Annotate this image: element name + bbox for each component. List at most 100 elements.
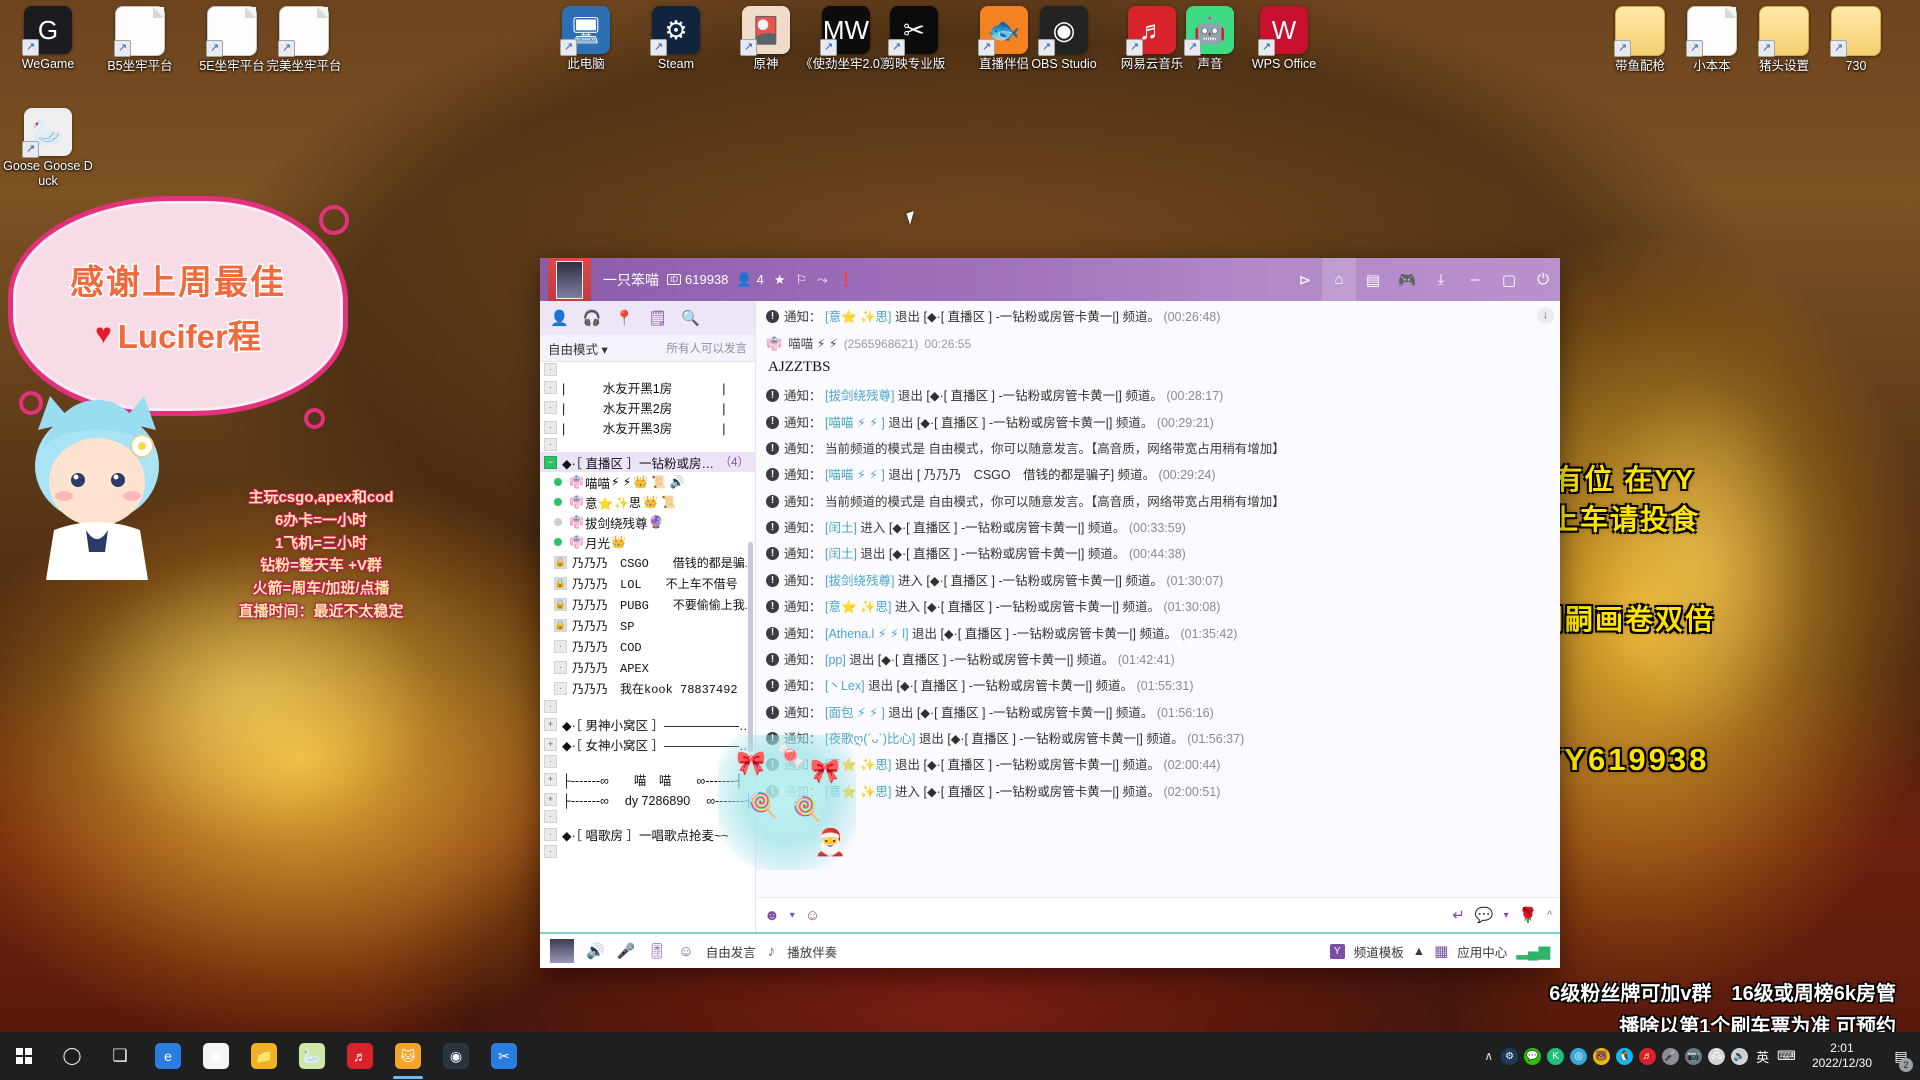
- notice-nickname[interactable]: [pp]: [825, 653, 846, 667]
- taskbar-edge-icon[interactable]: e: [144, 1032, 192, 1080]
- search-icon[interactable]: 🔍: [681, 309, 700, 327]
- channel-group-row[interactable]: + ├-------∞ dy 7286890 ∞-------┤: [540, 789, 755, 809]
- flag-icon[interactable]: ⚐: [795, 272, 807, 288]
- minimize-icon[interactable]: –: [1458, 258, 1492, 301]
- desktop-icon-capcut-icon[interactable]: ✂ ↗ 剪映专业版: [868, 6, 960, 72]
- taskbar-clock[interactable]: 2:01 2022/12/30: [1804, 1041, 1880, 1071]
- channel-member-row[interactable]: 👘 意⭐ ✨思 👑 📜: [540, 492, 755, 512]
- collapse-icon[interactable]: −: [544, 455, 557, 469]
- smiley-icon[interactable]: ☺: [678, 943, 693, 960]
- notice-nickname[interactable]: [意⭐ ✨思]: [825, 600, 892, 614]
- chevron-up-icon[interactable]: ∧: [1484, 1049, 1493, 1063]
- qq-tray-icon[interactable]: 🐧: [1616, 1047, 1634, 1065]
- expander-icon[interactable]: ·: [544, 845, 557, 858]
- lock-icon[interactable]: 🔒: [554, 577, 567, 590]
- expander-icon[interactable]: ·: [544, 810, 557, 823]
- gamepad-icon[interactable]: 🎮: [1390, 258, 1424, 301]
- notice-nickname[interactable]: [拔剑绕残尊]: [825, 574, 894, 588]
- desktop-icon-wps-icon[interactable]: W ↗ WPS Office: [1238, 6, 1330, 72]
- channel-sub-row[interactable]: · 乃乃乃 COD: [540, 636, 755, 657]
- music-note-icon[interactable]: ♪: [768, 943, 776, 960]
- notice-nickname[interactable]: [意⭐ ✨思]: [825, 758, 892, 772]
- taskbar-capcut-taskbar-icon[interactable]: ✂: [480, 1032, 528, 1080]
- expander-icon[interactable]: ·: [544, 363, 557, 376]
- channel-group-row[interactable]: + ◆·［ 女神小窝区 ］——————…: [540, 734, 755, 754]
- info-icon[interactable]: ❗: [838, 272, 854, 288]
- channel-room-row[interactable]: · | 水友开黑1房 |: [540, 377, 755, 397]
- channel-group-row[interactable]: + ◆·［ 男神小窝区 ］——————…: [540, 714, 755, 734]
- channel-spacer-row[interactable]: ·: [540, 437, 755, 452]
- network-tray-icon[interactable]: 🖧: [1708, 1047, 1726, 1065]
- chevron-down-icon-2[interactable]: ▾: [1504, 910, 1509, 921]
- appcenter-label[interactable]: 应用中心: [1457, 942, 1507, 961]
- notice-nickname[interactable]: [Athena.l ⚡ ⚡ l]: [825, 627, 909, 641]
- yy-template-icon[interactable]: Y: [1329, 943, 1345, 959]
- home-icon[interactable]: ⌂: [1322, 258, 1356, 301]
- location-icon[interactable]: 📍: [615, 309, 634, 327]
- notice-nickname[interactable]: [夜歌ღ(´ᴗ`)比心]: [825, 732, 915, 746]
- speak-mode-label[interactable]: 自由发言: [706, 942, 756, 961]
- taskbar-netease-music-taskbar-icon[interactable]: ♬: [336, 1032, 384, 1080]
- task-view-icon[interactable]: ❏: [96, 1032, 144, 1080]
- volume-tray-icon[interactable]: 🔊: [1731, 1047, 1749, 1065]
- user-avatar-icon[interactable]: [550, 939, 574, 963]
- expander-icon[interactable]: ·: [554, 682, 567, 695]
- notice-nickname[interactable]: [丶Lex]: [825, 679, 865, 693]
- power-icon[interactable]: ⏻: [1526, 258, 1560, 301]
- speaker-icon[interactable]: 🔊: [586, 942, 605, 960]
- notification-icon[interactable]: ▤ 2: [1888, 1032, 1914, 1080]
- yy-client-window[interactable]: 一只笨喵 ID 619938 👤 4 ★ ⚐ ⤳ ❗ ⊳ ⌂ ▤ 🎮 ⤓ – ▢…: [540, 258, 1560, 968]
- notice-nickname[interactable]: [闰土]: [825, 547, 857, 561]
- expander-icon[interactable]: ·: [554, 640, 567, 653]
- channel-spacer-row[interactable]: ·: [540, 809, 755, 824]
- collapse-icon[interactable]: ⤓: [1424, 258, 1458, 301]
- channel-room-row[interactable]: · | 水友开黑3房 |: [540, 417, 755, 437]
- expand-icon[interactable]: +: [544, 717, 557, 731]
- channel-member-row[interactable]: 👘 喵喵 ⚡ ⚡ 👑 📜 🔊: [540, 472, 755, 492]
- netease-tray-icon[interactable]: ♬: [1639, 1047, 1657, 1065]
- channel-member-row[interactable]: 👘 拔剑绕残尊 🔮: [540, 512, 755, 532]
- channel-tree[interactable]: · · | 水友开黑1房 | · | 水友开黑2房 | · | 水友开黑3房 | · − ◆·［ …: [540, 362, 755, 932]
- channel-group-row[interactable]: + ├-------∞ 喵 喵 ∞-------┤: [540, 769, 755, 789]
- channel-spacer-row[interactable]: ·: [540, 362, 755, 377]
- channel-sub-row[interactable]: 🔒 乃乃乃 PUBG 不要偷偷上我号！！: [540, 594, 755, 615]
- expander-icon[interactable]: ·: [544, 755, 557, 768]
- notice-nickname[interactable]: [喵喵 ⚡ ⚡ ]: [825, 468, 885, 482]
- wechat-tray-icon[interactable]: 💬: [1524, 1047, 1542, 1065]
- expander-icon[interactable]: ·: [544, 420, 557, 434]
- chat-message-list[interactable]: ! 通知： [意⭐ ✨思] 退出 [◆·[ 直播区 ] -一钻粉或房管卡黄一|] …: [756, 301, 1560, 897]
- notice-icon[interactable]: 🗒: [648, 309, 667, 327]
- expander-icon[interactable]: ·: [544, 700, 557, 713]
- bear-tray-icon[interactable]: 🐻: [1593, 1047, 1611, 1065]
- sidebar-scroll-thumb[interactable]: [748, 542, 753, 752]
- desktop-icon-file-icon[interactable]: ↗ B5坐牢平台: [94, 6, 186, 74]
- channel-sub-row[interactable]: · 乃乃乃 APEX: [540, 657, 755, 678]
- channel-spacer-row[interactable]: ·: [540, 699, 755, 714]
- expander-icon[interactable]: ·: [544, 827, 557, 841]
- notice-nickname[interactable]: [面包 ⚡ ⚡ ]: [825, 706, 885, 720]
- expander-icon[interactable]: ·: [544, 438, 557, 451]
- blue-circle-tray-icon[interactable]: ◎: [1570, 1047, 1588, 1065]
- ime-keyboard-icon[interactable]: ⌨: [1777, 1048, 1796, 1064]
- desktop-icon-folder-icon[interactable]: ↗ 730: [1810, 6, 1902, 74]
- maximize-icon[interactable]: ▢: [1492, 258, 1526, 301]
- desktop-icon-obs-icon[interactable]: ◉ ↗ OBS Studio: [1018, 6, 1110, 72]
- notice-nickname[interactable]: [意⭐ ✨思]: [825, 310, 892, 324]
- taskbar-chrome-icon[interactable]: ◉: [192, 1032, 240, 1080]
- desktop-icon-goose-icon[interactable]: 🦢 ↗ Goose Goose Duck: [2, 108, 94, 189]
- face-icon[interactable]: ☺: [805, 907, 820, 924]
- channel-spacer-row[interactable]: ·: [540, 844, 755, 859]
- desktop-icon-wegame-icon[interactable]: G ↗ WeGame: [2, 6, 94, 72]
- chevron-down-icon[interactable]: ▾: [790, 910, 795, 921]
- lock-icon[interactable]: 🔒: [554, 619, 567, 632]
- search-circle-icon[interactable]: ◯: [48, 1032, 96, 1080]
- channel-sub-row[interactable]: 🔒 乃乃乃 SP: [540, 615, 755, 636]
- channel-mode-label[interactable]: 自由模式 ▾: [548, 339, 608, 358]
- rose-gift-icon[interactable]: 🌹: [1519, 906, 1538, 924]
- notice-nickname[interactable]: [闰土]: [825, 521, 857, 535]
- emoji-panel-icon[interactable]: ☻: [764, 907, 780, 924]
- channel-sub-row[interactable]: · 乃乃乃 我在kook 78837492: [540, 678, 755, 699]
- taskbar-yy-taskbar-icon[interactable]: 🐱: [384, 1032, 432, 1080]
- desktop-icon-file-icon[interactable]: ↗ 完美坐牢平台: [258, 6, 350, 74]
- channel-group-row[interactable]: · ◆·［ 唱歌房 ］一唱歌点抢麦~~: [540, 824, 755, 844]
